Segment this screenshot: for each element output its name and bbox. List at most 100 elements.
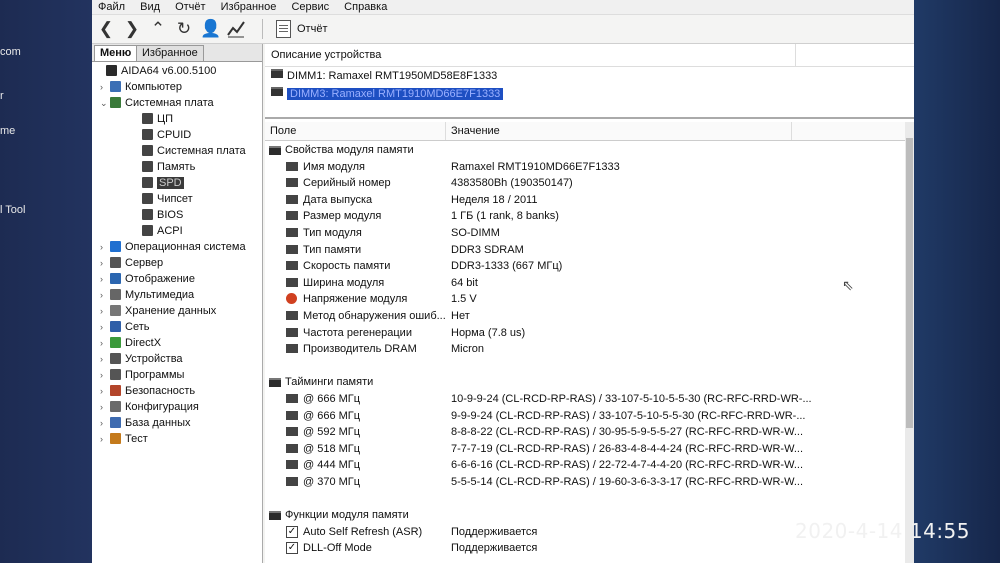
group-row[interactable]: Свойства модуля памяти [265,142,905,158]
device-item-selected[interactable]: DIMM3: Ramaxel RMT1910MD66E7F1333 [271,86,504,102]
chart-icon[interactable] [226,19,246,39]
device-item[interactable]: DIMM1: Ramaxel RMT1950MD58E8F1333 [271,68,497,84]
tab-favorites[interactable]: Избранное [136,45,204,61]
expand-arrow-icon[interactable]: › [100,272,110,287]
column-field[interactable]: Поле [265,122,446,140]
property-row[interactable]: Дата выпуска Неделя 18 / 2011 [265,192,905,208]
property-row[interactable]: @ 370 МГц 5-5-5-14 (CL-RCD-RP-RAS) / 19-6… [265,474,905,490]
property-row[interactable]: @ 666 МГц 10-9-9-24 (CL-RCD-RP-RAS) / 33-… [265,391,905,407]
expand-arrow-icon[interactable]: › [100,384,110,399]
expand-arrow-icon[interactable]: › [100,400,110,415]
mouse-cursor-icon: ⇖ [842,277,854,293]
tree-item[interactable]: › Устройства [100,352,183,367]
tree-item[interactable]: › Безопасность [100,384,195,399]
property-row[interactable]: @ 518 МГц 7-7-7-19 (CL-RCD-RP-RAS) / 26-8… [265,441,905,457]
tree-item[interactable]: Память [132,160,195,175]
field-label: Размер модуля [303,210,382,222]
tree-item[interactable]: › DirectX [100,336,161,351]
expand-arrow-icon[interactable]: › [100,352,110,367]
cpuid-icon [142,129,153,140]
tree-item[interactable]: › Отображение [100,272,195,287]
property-row[interactable]: Тип памяти DDR3 SDRAM [265,242,905,258]
back-icon[interactable]: ❮ [96,19,116,39]
tree-item[interactable]: › Конфигурация [100,400,199,415]
expand-arrow-icon[interactable]: › [100,368,110,383]
tree-item[interactable]: › Компьютер [100,80,182,95]
forward-icon[interactable]: ❯ [122,19,142,39]
tree-item[interactable]: › База данных [100,416,191,431]
property-row[interactable]: Тип модуля SO-DIMM [265,225,905,241]
refresh-icon[interactable]: ↻ [174,19,194,39]
expand-arrow-icon[interactable]: › [100,288,110,303]
expand-arrow-icon[interactable]: › [100,80,110,95]
property-row[interactable]: Метод обнаружения ошиб... Нет [265,308,905,324]
tree-item-label: ЦП [157,113,174,125]
menu-view[interactable]: Вид [140,0,160,14]
tree-item[interactable]: ACPI [132,224,183,239]
vertical-scrollbar[interactable] [905,122,914,563]
field-value: Поддерживается [451,526,538,538]
tree-item-label: Сеть [125,321,150,333]
property-row[interactable]: @ 592 МГц 8-8-8-22 (CL-RCD-RP-RAS) / 30-9… [265,424,905,440]
menu-favorites[interactable]: Избранное [221,0,277,14]
tree-item[interactable]: › Мультимедиа [100,288,194,303]
tree-item[interactable]: › Сеть [100,320,149,335]
property-row[interactable]: Ширина модуля 64 bit [265,275,905,291]
tree-item-label: Безопасность [125,385,196,397]
report-button[interactable]: Отчёт [276,19,327,39]
property-row[interactable]: Производитель DRAM Micron [265,341,905,357]
property-row[interactable]: Напряжение модуля 1.5 V [265,291,905,307]
tree-item-label: Операционная система [125,241,246,253]
tree-item[interactable]: Системная плата [132,144,246,159]
tree-item-label: База данных [125,417,191,429]
expand-arrow-icon[interactable]: › [100,256,110,271]
scrollbar-thumb[interactable] [906,138,913,428]
property-row[interactable]: Частота регенерации Норма (7.8 us) [265,325,905,341]
tree-item[interactable]: BIOS [132,208,183,223]
property-row[interactable]: Имя модуля Ramaxel RMT1910MD66E7F1333 [265,159,905,175]
field-label: DLL-Off Mode [303,542,372,554]
tree-item[interactable]: › Сервер [100,256,163,271]
field-label: @ 666 МГц [303,393,361,405]
tree-item[interactable]: › Операционная система [100,240,246,255]
tree-item-label: Системная плата [125,97,214,109]
tab-menu[interactable]: Меню [94,45,138,61]
expand-arrow-icon[interactable]: › [100,336,110,351]
tree-item-label: Устройства [125,353,183,365]
user-icon[interactable]: 👤 [200,19,221,39]
tree-item[interactable]: › Программы [100,368,184,383]
column-value[interactable]: Значение [446,122,792,140]
property-row[interactable]: @ 666 МГц 9-9-9-24 (CL-RCD-RP-RAS) / 33-1… [265,408,905,424]
tree-item[interactable]: › Тест [100,432,148,447]
tree-item[interactable]: › Хранение данных [100,304,216,319]
tree-item-label: CPUID [157,129,192,141]
menu-file[interactable]: Файл [98,0,125,14]
expand-arrow-icon[interactable]: › [100,240,110,255]
group-row[interactable]: Тайминги памяти [265,374,905,390]
expand-arrow-icon[interactable]: › [100,416,110,431]
menu-report[interactable]: Отчёт [175,0,205,14]
property-row[interactable]: Размер модуля 1 ГБ (1 rank, 8 banks) [265,208,905,224]
tree-item[interactable]: Чипсет [132,192,193,207]
desktop-label: com [0,46,21,58]
expand-arrow-icon[interactable]: ⌄ [100,96,110,111]
desktop-label: l Tool [0,204,26,216]
tree-item[interactable]: ⌄ Системная плата [100,96,214,111]
tree-item[interactable]: SPD [132,176,184,191]
property-row[interactable]: Серийный номер 4383580Bh (190350147) [265,175,905,191]
tree-item[interactable]: AIDA64 v6.00.5100 [96,64,216,79]
expand-arrow-icon[interactable]: › [100,320,110,335]
up-icon[interactable]: ⌃ [148,19,168,39]
tree-item[interactable]: CPUID [132,128,191,143]
memory-module-icon [269,146,281,155]
tree-item-label: Системная плата [157,145,246,157]
expand-arrow-icon[interactable]: › [100,304,110,319]
menu-service[interactable]: Сервис [291,0,329,14]
tree-item[interactable]: ЦП [132,112,173,127]
expand-arrow-icon[interactable]: › [100,432,110,447]
storage-icon [110,305,121,316]
menu-help[interactable]: Справка [344,0,387,14]
property-row[interactable]: @ 444 МГц 6-6-6-16 (CL-RCD-RP-RAS) / 22-7… [265,457,905,473]
property-row[interactable]: Скорость памяти DDR3-1333 (667 МГц) [265,258,905,274]
device-header-spacer [795,44,914,67]
